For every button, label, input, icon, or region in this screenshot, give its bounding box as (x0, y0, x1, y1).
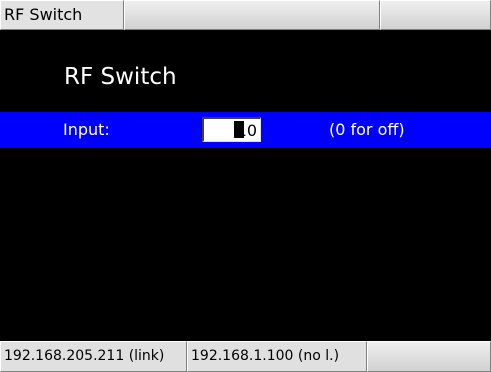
status-link-ip: 192.168.205.211 (link) (0, 341, 187, 372)
status-bar: 192.168.205.211 (link) 192.168.1.100 (no… (0, 341, 491, 372)
status-empty (367, 341, 491, 372)
input-hint: (0 for off) (329, 120, 405, 139)
tab-empty-1[interactable] (124, 0, 380, 30)
input-field[interactable] (202, 117, 261, 142)
input-row: Input: (0 for off) (0, 112, 491, 148)
tab-rf-switch[interactable]: RF Switch (0, 0, 124, 30)
page-title: RF Switch (64, 64, 177, 90)
input-label: Input: (63, 120, 110, 139)
tab-empty-2[interactable] (380, 0, 491, 30)
status-remote-ip: 192.168.1.100 (no l.) (187, 341, 367, 372)
main-screen: RF Switch Input: (0 for off) (0, 30, 491, 341)
text-cursor (234, 121, 244, 138)
tab-bar: RF Switch (0, 0, 491, 30)
